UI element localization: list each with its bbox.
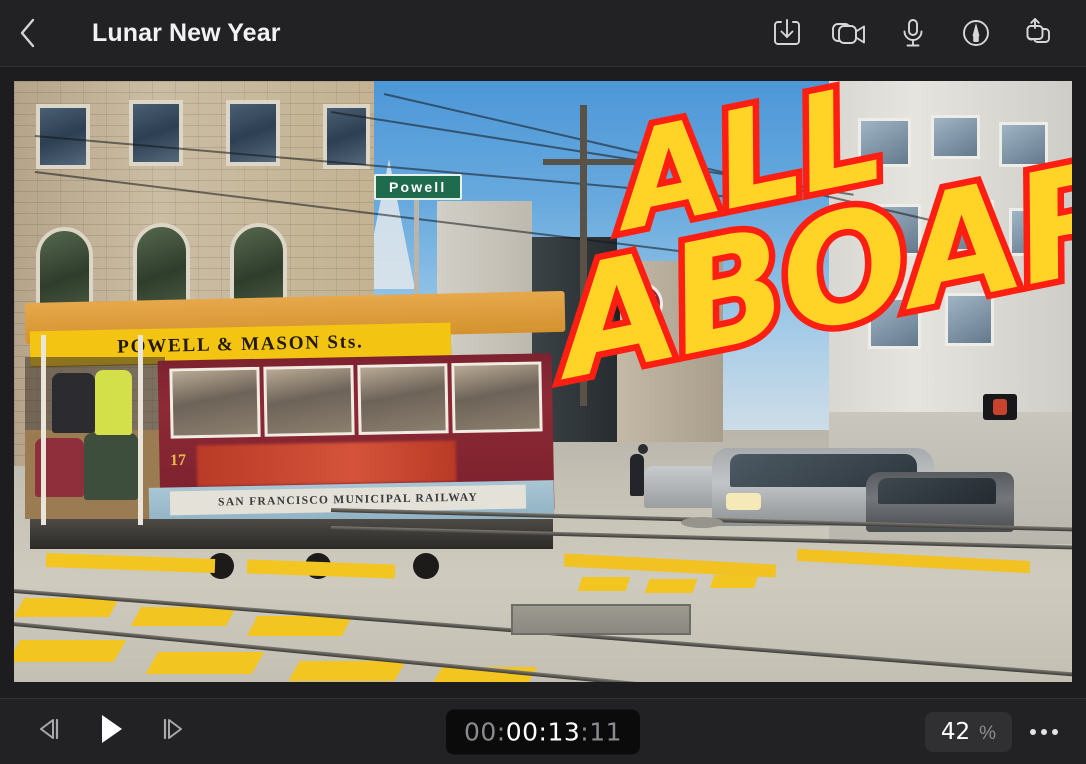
cable-car-stanchion xyxy=(40,335,46,525)
hatchback-windshield xyxy=(877,477,997,505)
cable-car-destination-label: POWELL & MASON Sts. xyxy=(116,331,364,358)
record-video-icon xyxy=(830,16,870,50)
transport-controls xyxy=(30,711,192,753)
video-viewer[interactable]: Powell DO NOT ENTER xyxy=(0,67,1086,698)
cable-car-stanchion xyxy=(137,335,143,525)
record-video-button[interactable] xyxy=(818,0,881,67)
zoom-level-unit: % xyxy=(979,722,996,744)
timecode-sep-2: : xyxy=(538,717,548,746)
previous-frame-icon xyxy=(36,716,66,747)
page-title: Lunar New Year xyxy=(92,18,281,47)
previous-frame-button[interactable] xyxy=(30,711,72,753)
play-icon xyxy=(95,712,127,751)
timecode-minutes: 00 xyxy=(505,717,539,746)
playback-bar: 00 : 00 : 13 : 11 42 % xyxy=(0,698,1086,764)
viewer-right-controls: 42 % xyxy=(924,710,1086,754)
do-not-enter-bar xyxy=(629,304,660,310)
crosswalk-tile xyxy=(14,597,120,618)
ellipsis-icon xyxy=(1030,728,1058,735)
minivan-headlight-left xyxy=(725,492,762,511)
crosswalk-tile xyxy=(710,575,759,589)
timecode-frames: 11 xyxy=(589,717,623,746)
crosswalk-tile xyxy=(288,660,407,682)
zoom-level-field[interactable]: 42 % xyxy=(924,711,1012,752)
pedestrian-signal xyxy=(982,393,1017,420)
share-icon xyxy=(1021,15,1057,51)
crosswalk-tile xyxy=(14,639,127,662)
video-preview-frame[interactable]: Powell DO NOT ENTER xyxy=(14,81,1072,682)
cable-car: POWELL & MASON Sts. 17 SAN FRANCISCO MUN… xyxy=(24,291,565,579)
next-frame-button[interactable] xyxy=(150,711,192,753)
chevron-left-icon xyxy=(18,17,38,49)
utility-pole xyxy=(580,105,588,406)
pole-crossarm xyxy=(543,159,681,166)
more-options-button[interactable] xyxy=(1022,710,1066,754)
manhole-cover xyxy=(680,516,723,528)
street-sign: Powell xyxy=(373,174,462,201)
import-media-icon xyxy=(770,16,804,50)
microphone-icon xyxy=(897,16,929,50)
header-toolbar xyxy=(755,0,1086,67)
color-balance-icon xyxy=(959,16,993,50)
passenger xyxy=(83,432,138,501)
cable-car-wheel xyxy=(413,552,440,579)
cable-car-operator-label: SAN FRANCISCO MUNICIPAL RAILWAY xyxy=(218,491,479,509)
stop-hand-icon xyxy=(992,398,1007,415)
header-bar: Lunar New Year xyxy=(0,0,1086,67)
crosswalk-tile xyxy=(130,606,236,627)
share-button[interactable] xyxy=(1007,0,1070,67)
zoom-level-value: 42 xyxy=(940,718,971,745)
timecode-field[interactable]: 00 : 00 : 13 : 11 xyxy=(445,709,641,754)
cable-car-number: 17 xyxy=(170,451,187,469)
utility-vault-cover xyxy=(511,603,692,636)
timecode-sep-3: : xyxy=(580,717,590,746)
timecode-seconds: 13 xyxy=(547,717,581,746)
timecode-hours: 00 xyxy=(463,717,497,746)
cable-car-ad-panel xyxy=(196,440,457,487)
do-not-enter-line1: DO NOT xyxy=(626,294,656,302)
record-voiceover-button[interactable] xyxy=(881,0,944,67)
import-media-button[interactable] xyxy=(755,0,818,67)
cable-car-windows xyxy=(169,361,544,439)
back-button[interactable] xyxy=(0,0,56,67)
crosswalk-tile xyxy=(644,578,697,593)
crosswalk-tile xyxy=(145,651,264,674)
street-sign-label: Powell xyxy=(388,179,447,196)
pedestrian xyxy=(629,453,644,496)
next-frame-icon xyxy=(156,716,186,747)
crosswalk-tile xyxy=(577,576,630,591)
timecode-sep-1: : xyxy=(496,717,506,746)
traffic-light xyxy=(598,279,621,334)
cable-car-chassis xyxy=(29,519,554,549)
play-button[interactable] xyxy=(90,711,132,753)
passenger xyxy=(51,373,95,433)
crosswalk-tile xyxy=(246,615,353,637)
right-apartment-building xyxy=(828,81,1072,454)
adjust-button[interactable] xyxy=(944,0,1007,67)
video-editor-window: Lunar New Year Powell DO NOT POWELL & MA… xyxy=(0,0,1086,764)
conductor xyxy=(94,370,133,436)
